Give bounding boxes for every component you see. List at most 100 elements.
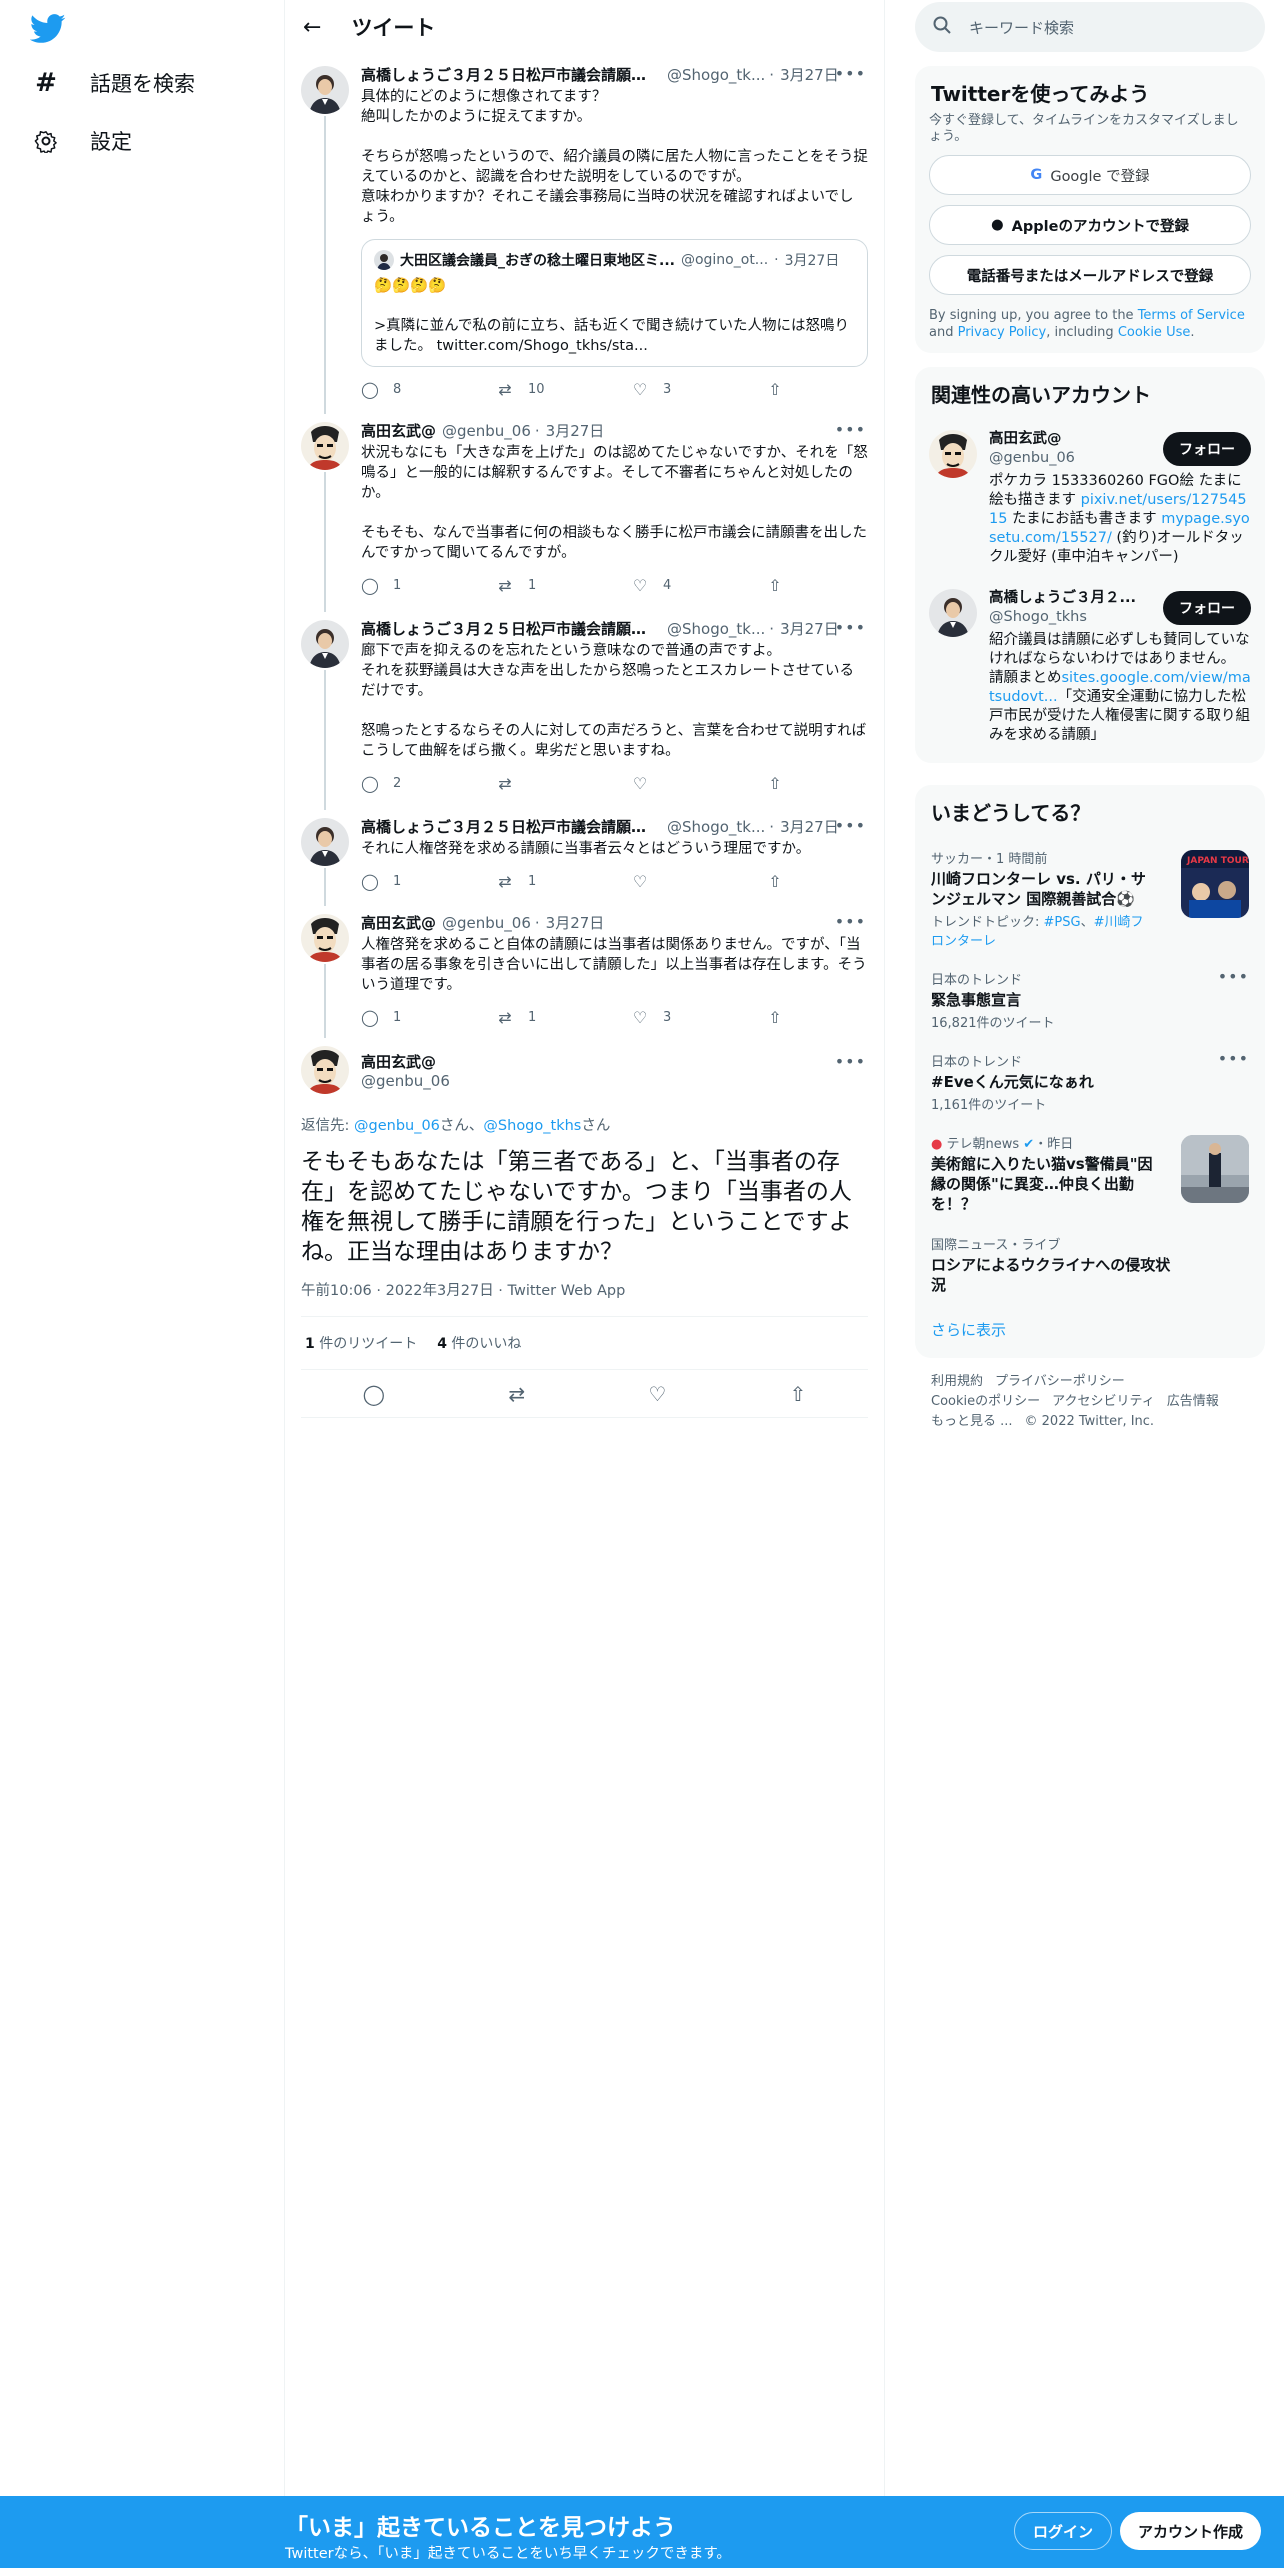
trend-item[interactable]: 日本のトレンド 緊急事態宣言 16,821件のツイート ••• xyxy=(915,959,1265,1041)
author-handle[interactable]: @Shogo_tk... xyxy=(667,620,765,638)
avatar[interactable] xyxy=(301,818,349,866)
nav-explore[interactable]: # 話題を検索 xyxy=(32,68,195,98)
retweet-button[interactable]: ⇄ xyxy=(496,774,631,793)
trend-topic-link[interactable]: #PSG xyxy=(1044,915,1081,930)
author-handle[interactable]: @Shogo_tk... xyxy=(667,818,765,836)
trend-item[interactable]: 日本のトレンド #Eveくん元気になぁれ 1,161件のツイート ••• xyxy=(915,1041,1265,1123)
footer-link[interactable]: プライバシーポリシー xyxy=(995,1374,1125,1389)
like-button[interactable]: ♡ xyxy=(631,872,766,891)
retweet-button[interactable]: ⇄ 1 xyxy=(496,576,631,595)
retweets-stat[interactable]: 1 件のリツイート xyxy=(305,1333,417,1353)
avatar[interactable] xyxy=(301,66,349,114)
tweet-time[interactable]: 午前10:06 xyxy=(301,1283,372,1299)
reply-icon[interactable]: ◯ xyxy=(363,1382,385,1406)
author-handle[interactable]: @genbu_06 xyxy=(361,1072,450,1090)
author-name[interactable]: 高橋しょうご３月２５日松戸市議会請願審... xyxy=(361,816,661,837)
share-button[interactable]: ⇧ xyxy=(766,774,784,793)
apple-signup-button[interactable]: ● Appleのアカウントで登録 xyxy=(929,205,1251,245)
author-handle[interactable]: @genbu_06 xyxy=(442,914,531,932)
login-button[interactable]: ログイン xyxy=(1014,2512,1113,2550)
tweet-date[interactable]: 3月27日 xyxy=(780,816,839,837)
author-name[interactable]: 高橋しょうご３月２５日松戸市議会請願審... xyxy=(361,64,661,85)
show-more-link[interactable]: さらに表示 xyxy=(915,1305,1265,1358)
trend-item[interactable]: 国際ニュース・ライブ ロシアによるウクライナへの侵攻状況 xyxy=(915,1224,1265,1305)
nav-settings[interactable]: 設定 xyxy=(32,126,132,156)
search-input[interactable]: キーワード検索 xyxy=(915,2,1265,52)
share-button[interactable]: ⇧ xyxy=(766,1008,784,1027)
tweet[interactable]: ••• 高橋しょうご３月２５日松戸市議会請願審... @Shogo_tk... … xyxy=(285,608,884,810)
avatar[interactable] xyxy=(301,1046,349,1094)
more-icon[interactable]: ••• xyxy=(835,420,866,439)
cookie-link[interactable]: Cookie Use xyxy=(1118,325,1191,340)
tweet-date[interactable]: 3月27日 xyxy=(780,618,839,639)
related-account[interactable]: 高田玄武@ @genbu_06 ポケカラ 1533360260 FGO絵 たまに… xyxy=(915,420,1265,579)
heart-icon[interactable]: ♡ xyxy=(648,1382,666,1406)
reply-button[interactable]: ◯ 1 xyxy=(361,576,496,595)
footer-link[interactable]: もっと見る ... xyxy=(931,1414,1013,1429)
avatar[interactable] xyxy=(301,914,349,962)
reply-button[interactable]: ◯ 2 xyxy=(361,774,496,793)
more-icon[interactable]: ••• xyxy=(1218,1049,1249,1068)
reply-button[interactable]: ◯ 8 xyxy=(361,380,496,399)
footer-link[interactable]: 広告情報 xyxy=(1167,1394,1219,1409)
account-name[interactable]: 高田玄武@ xyxy=(989,430,1149,449)
google-signup-button[interactable]: G Google で登録 xyxy=(929,155,1251,195)
like-button[interactable]: ♡ xyxy=(631,774,766,793)
like-button[interactable]: ♡ 3 xyxy=(631,380,766,399)
retweet-button[interactable]: ⇄ 1 xyxy=(496,1008,631,1027)
more-icon[interactable]: ••• xyxy=(835,618,866,637)
avatar[interactable] xyxy=(301,620,349,668)
share-button[interactable]: ⇧ xyxy=(766,872,784,891)
footer-link[interactable]: アクセシビリティ xyxy=(1052,1394,1155,1409)
author-name[interactable]: 高橋しょうご３月２５日松戸市議会請願審... xyxy=(361,618,661,639)
author-name[interactable]: 高田玄武@ xyxy=(361,420,436,441)
mention-link[interactable]: @Shogo_tkhs xyxy=(483,1118,581,1134)
tweet[interactable]: ••• 高田玄武@ @genbu_06 · 3月27日 人権啓発を求めること自体… xyxy=(285,902,884,1038)
likes-stat[interactable]: 4 件のいいね xyxy=(437,1333,521,1353)
trend-item[interactable]: ● テレ朝news ✔・昨日 美術館に入りたい猫vs警備員"因縁の関係"に異変…… xyxy=(915,1123,1265,1224)
quoted-tweet[interactable]: 大田区議会議員_おぎの稔土曜日東地区ミ... @ogino_ot... · 3月… xyxy=(361,239,868,367)
author-name[interactable]: 高田玄武@ xyxy=(361,1051,450,1072)
more-icon[interactable]: ••• xyxy=(835,1052,866,1071)
tweet-full-date[interactable]: 2022年3月27日 xyxy=(386,1283,494,1299)
follow-button[interactable]: フォロー xyxy=(1163,591,1251,625)
tweet-date[interactable]: 3月27日 xyxy=(780,64,839,85)
retweet-button[interactable]: ⇄ 10 xyxy=(496,380,631,399)
tweet[interactable]: ••• 高橋しょうご３月２５日松戸市議会請願審... @Shogo_tk... … xyxy=(285,54,884,414)
privacy-link[interactable]: Privacy Policy xyxy=(958,325,1047,340)
more-icon[interactable]: ••• xyxy=(835,912,866,931)
tweet[interactable]: ••• 高橋しょうご３月２５日松戸市議会請願審... @Shogo_tk... … xyxy=(285,806,884,906)
author-name[interactable]: 高田玄武@ xyxy=(361,912,436,933)
twitter-logo-icon[interactable] xyxy=(30,14,66,44)
reply-button[interactable]: ◯ 1 xyxy=(361,1008,496,1027)
footer-link[interactable]: 利用規約 xyxy=(931,1374,983,1389)
more-icon[interactable]: ••• xyxy=(835,816,866,835)
like-button[interactable]: ♡ 3 xyxy=(631,1008,766,1027)
footer-link[interactable]: Cookieのポリシー xyxy=(931,1394,1040,1409)
share-button[interactable]: ⇧ xyxy=(766,576,784,595)
tweet[interactable]: ••• 高田玄武@ @genbu_06 · 3月27日 状況もなにも「大きな声を… xyxy=(285,410,884,612)
share-icon[interactable]: ⇧ xyxy=(790,1382,807,1406)
tweet-date[interactable]: 3月27日 xyxy=(546,912,605,933)
author-handle[interactable]: @genbu_06 xyxy=(442,422,531,440)
account-name[interactable]: 高橋しょうご３月２... xyxy=(989,589,1149,608)
tweet-date[interactable]: 3月27日 xyxy=(546,420,605,441)
tweet-client[interactable]: Twitter Web App xyxy=(508,1283,626,1299)
retweet-button[interactable]: ⇄ 1 xyxy=(496,872,631,891)
avatar[interactable] xyxy=(929,430,977,478)
back-arrow-icon[interactable]: ← xyxy=(303,15,321,40)
avatar[interactable] xyxy=(301,422,349,470)
like-button[interactable]: ♡ 4 xyxy=(631,576,766,595)
avatar[interactable] xyxy=(929,589,977,637)
author-handle[interactable]: @Shogo_tk... xyxy=(667,66,765,84)
more-icon[interactable]: ••• xyxy=(835,64,866,83)
more-icon[interactable]: ••• xyxy=(1218,967,1249,986)
related-account[interactable]: 高橋しょうご３月２... @Shogo_tkhs 紹介議員は請願に必ずしも賛同し… xyxy=(915,579,1265,757)
retweet-icon[interactable]: ⇄ xyxy=(508,1382,525,1406)
mention-link[interactable]: @genbu_06 xyxy=(354,1118,440,1134)
share-button[interactable]: ⇧ xyxy=(766,380,784,399)
follow-button[interactable]: フォロー xyxy=(1163,432,1251,466)
signup-button[interactable]: アカウント作成 xyxy=(1120,2512,1262,2550)
reply-button[interactable]: ◯ 1 xyxy=(361,872,496,891)
phone-email-signup-button[interactable]: 電話番号またはメールアドレスで登録 xyxy=(929,255,1251,295)
